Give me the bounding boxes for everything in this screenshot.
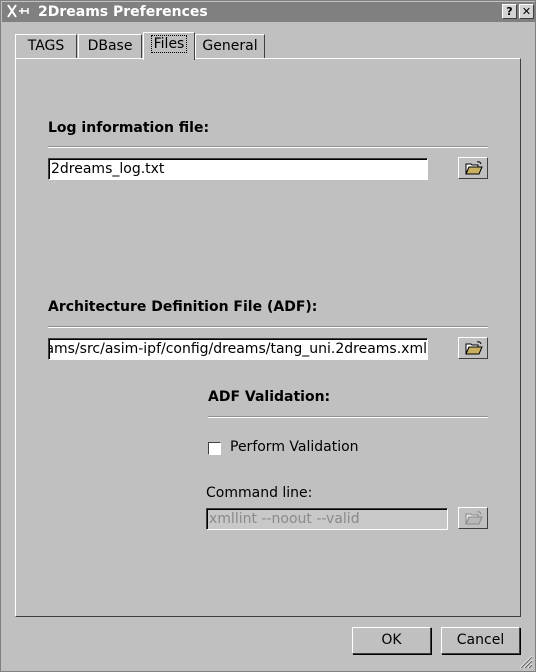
ok-button[interactable]: OK — [352, 627, 431, 654]
tab-dbase[interactable]: DBase — [78, 34, 142, 59]
adf-heading: Architecture Definition File (ADF): — [48, 299, 318, 315]
log-file-input[interactable]: 2dreams_log.txt — [48, 158, 428, 180]
perform-validation-checkbox[interactable] — [208, 442, 221, 455]
adf-file-input[interactable]: s/dreams/src/asim-ipf/config/dreams/tang… — [48, 338, 428, 360]
command-line-input[interactable]: xmllint --noout --valid — [206, 508, 448, 530]
command-browse-button[interactable] — [458, 507, 488, 529]
title-bar[interactable]: 2Dreams Preferences ? ✕ — [2, 2, 536, 22]
tab-general-label: General — [202, 38, 258, 54]
validation-separator — [208, 416, 488, 418]
log-file-heading: Log information file: — [48, 120, 210, 136]
log-file-separator — [48, 146, 488, 148]
adf-validation-heading: ADF Validation: — [208, 389, 331, 405]
help-button[interactable]: ? — [502, 4, 517, 19]
open-folder-icon — [465, 511, 483, 525]
tab-files-label: Files — [150, 35, 188, 53]
open-folder-icon — [465, 161, 483, 175]
adf-file-browse-button[interactable] — [458, 337, 488, 359]
open-folder-icon — [465, 341, 483, 355]
tab-tags[interactable]: TAGS — [15, 34, 77, 59]
tab-dbase-label: DBase — [87, 38, 133, 54]
resize-grip-icon[interactable] — [519, 655, 533, 669]
adf-separator — [48, 326, 488, 328]
tab-general[interactable]: General — [195, 34, 265, 59]
preferences-window: 2Dreams Preferences ? ✕ TAGS DBase Files… — [0, 0, 536, 672]
window-menu-icon[interactable] — [6, 3, 36, 21]
log-file-browse-button[interactable] — [458, 157, 488, 179]
tab-tags-label: TAGS — [27, 38, 65, 54]
perform-validation-label: Perform Validation — [230, 439, 359, 455]
cancel-button[interactable]: Cancel — [441, 627, 520, 654]
close-button[interactable]: ✕ — [519, 4, 534, 19]
command-line-label: Command line: — [206, 485, 313, 501]
tab-files[interactable]: Files — [143, 32, 195, 60]
window-title: 2Dreams Preferences — [38, 4, 208, 20]
adf-file-value: s/dreams/src/asim-ipf/config/dreams/tang… — [48, 341, 427, 357]
